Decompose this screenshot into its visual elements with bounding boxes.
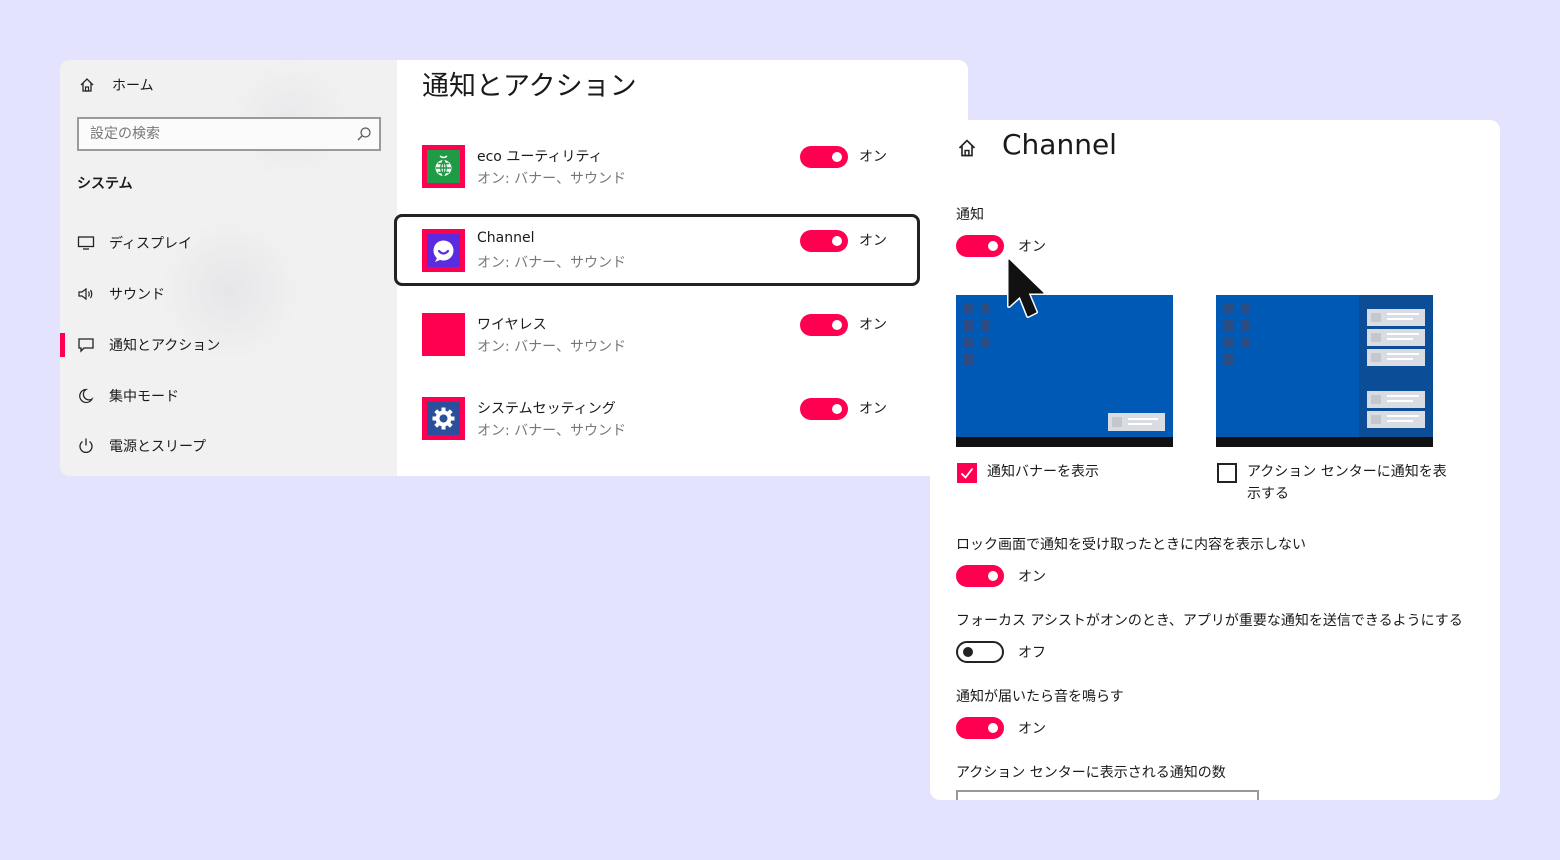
toggle-label: オン — [1018, 721, 1046, 737]
toggle-label: オフ — [1018, 645, 1046, 661]
sidebar-item-label: ディスプレイ — [109, 236, 193, 252]
notification-count-dropdown[interactable] — [956, 790, 1259, 800]
page-title: Channel — [1002, 128, 1117, 161]
sidebar-item-focus[interactable]: 集中モード — [60, 378, 397, 414]
show-banner-label: 通知バナーを表示 — [987, 464, 1099, 480]
lock-screen-toggle[interactable] — [956, 565, 1004, 587]
sidebar-item-display[interactable]: ディスプレイ — [60, 225, 397, 261]
focus-assist-toggle[interactable] — [956, 641, 1004, 663]
globe-app-icon — [422, 145, 465, 188]
home-link[interactable]: ホーム — [78, 74, 154, 96]
app-detail: オン: バナー、サウンド — [477, 339, 627, 355]
action-center-preview-image — [1216, 295, 1433, 447]
lock-screen-toggle-row: オン — [956, 565, 1046, 587]
notification-toggle[interactable] — [800, 398, 848, 420]
section-header-system: システム — [77, 176, 133, 192]
settings-search[interactable] — [77, 117, 381, 151]
moon-icon — [77, 387, 95, 405]
focus-assist-label: フォーカス アシストがオンのとき、アプリが重要な通知を送信できるようにする — [956, 613, 1463, 629]
notification-label: 通知 — [956, 207, 984, 223]
toggle-label: オン — [1018, 239, 1046, 255]
notification-toggle-row: オン — [956, 235, 1046, 257]
search-icon[interactable] — [356, 126, 372, 142]
home-icon[interactable] — [957, 138, 977, 158]
app-name: ワイヤレス — [477, 317, 547, 333]
app-row-system-settings[interactable]: システムセッティング オン: バナー、サウンド オン — [397, 384, 967, 456]
focus-highlight-channel — [394, 214, 920, 286]
sound-toggle[interactable] — [956, 717, 1004, 739]
app-row-eco[interactable]: eco ユーティリティ オン: バナー、サウンド オン — [397, 132, 967, 204]
page-title: 通知とアクション — [422, 71, 637, 102]
focus-assist-toggle-row: オフ — [956, 641, 1046, 663]
channel-settings-window: Channel 通知 オン 通知バナーを表示 アクション センターに通知を表 示 — [930, 120, 1500, 800]
power-icon — [77, 437, 95, 455]
app-name: eco ユーティリティ — [477, 149, 603, 165]
blank-app-icon — [422, 313, 465, 356]
sidebar: ホーム システム ディスプレイ サウンド 通知とアクション — [60, 60, 397, 476]
home-label: ホーム — [112, 78, 154, 94]
show-in-action-center-label-line2: 示する — [1247, 486, 1289, 502]
app-detail: オン: バナー、サウンド — [477, 171, 627, 187]
toggle-label: オン — [859, 149, 887, 165]
banner-preview-image — [956, 295, 1173, 447]
show-in-action-center-checkbox[interactable] — [1217, 463, 1237, 483]
speaker-icon — [77, 285, 95, 303]
notification-toggle[interactable] — [800, 314, 848, 336]
app-detail: オン: バナー、サウンド — [477, 423, 627, 439]
sound-toggle-row: オン — [956, 717, 1046, 739]
sidebar-item-sound[interactable]: サウンド — [60, 276, 397, 312]
toggle-label: オン — [859, 401, 887, 417]
app-name: システムセッティング — [477, 401, 616, 417]
app-row-wireless[interactable]: ワイヤレス オン: バナー、サウンド オン — [397, 300, 967, 372]
notification-count-label: アクション センターに表示される通知の数 — [956, 765, 1226, 781]
sidebar-item-label: 集中モード — [109, 389, 179, 405]
mouse-cursor-icon — [1007, 258, 1045, 318]
toggle-label: オン — [1018, 569, 1046, 585]
search-input[interactable] — [79, 119, 339, 149]
show-in-action-center-label-line1: アクション センターに通知を表 — [1247, 464, 1447, 480]
sidebar-item-label: 通知とアクション — [109, 338, 221, 354]
sidebar-item-label: サウンド — [109, 287, 165, 303]
toggle-label: オン — [859, 317, 887, 333]
notification-icon — [77, 336, 95, 354]
gear-app-icon — [422, 397, 465, 440]
monitor-icon — [77, 234, 95, 252]
sidebar-item-label: 電源とスリープ — [109, 439, 207, 455]
notification-toggle[interactable] — [800, 146, 848, 168]
lock-screen-label: ロック画面で通知を受け取ったときに内容を表示しない — [956, 537, 1306, 553]
show-banner-checkbox[interactable] — [957, 463, 977, 483]
sidebar-item-power[interactable]: 電源とスリープ — [60, 428, 397, 464]
notification-toggle[interactable] — [956, 235, 1004, 257]
sidebar-item-notifications[interactable]: 通知とアクション — [60, 327, 397, 363]
home-icon — [78, 76, 96, 94]
sound-label: 通知が届いたら音を鳴らす — [956, 689, 1124, 705]
